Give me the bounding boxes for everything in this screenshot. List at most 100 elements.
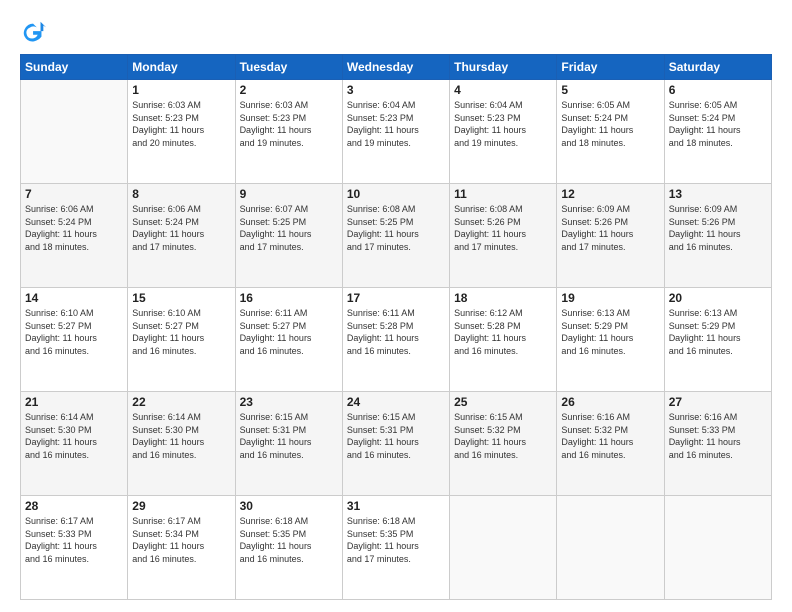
day-number: 29 (132, 499, 230, 513)
calendar-week-1: 1 Sunrise: 6:03 AM Sunset: 5:23 PM Daylig… (21, 80, 772, 184)
logo-icon (20, 18, 48, 46)
calendar-cell (557, 496, 664, 600)
calendar-cell (21, 80, 128, 184)
calendar: SundayMondayTuesdayWednesdayThursdayFrid… (20, 54, 772, 600)
day-header-saturday: Saturday (664, 55, 771, 80)
day-info: Sunrise: 6:10 AM Sunset: 5:27 PM Dayligh… (25, 307, 123, 357)
day-number: 3 (347, 83, 445, 97)
calendar-cell: 19 Sunrise: 6:13 AM Sunset: 5:29 PM Dayli… (557, 288, 664, 392)
day-number: 2 (240, 83, 338, 97)
calendar-cell: 22 Sunrise: 6:14 AM Sunset: 5:30 PM Dayli… (128, 392, 235, 496)
calendar-cell: 5Sunrise: 6:05 AM Sunset: 5:24 PM Daylig… (557, 80, 664, 184)
day-number: 1 (132, 83, 230, 97)
day-number: 19 (561, 291, 659, 305)
day-info: Sunrise: 6:08 AM Sunset: 5:26 PM Dayligh… (454, 203, 552, 253)
day-number: 14 (25, 291, 123, 305)
calendar-cell: 21 Sunrise: 6:14 AM Sunset: 5:30 PM Dayli… (21, 392, 128, 496)
calendar-cell: 30 Sunrise: 6:18 AM Sunset: 5:35 PM Dayli… (235, 496, 342, 600)
day-number: 9 (240, 187, 338, 201)
calendar-cell: 27Sunrise: 6:16 AM Sunset: 5:33 PM Dayli… (664, 392, 771, 496)
day-number: 28 (25, 499, 123, 513)
calendar-cell: 4 Sunrise: 6:04 AM Sunset: 5:23 PM Daylig… (450, 80, 557, 184)
day-number: 10 (347, 187, 445, 201)
day-number: 8 (132, 187, 230, 201)
day-info: Sunrise: 6:07 AM Sunset: 5:25 PM Dayligh… (240, 203, 338, 253)
day-number: 26 (561, 395, 659, 409)
day-info: Sunrise: 6:05 AM Sunset: 5:24 PM Dayligh… (561, 99, 659, 149)
day-info: Sunrise: 6:15 AM Sunset: 5:31 PM Dayligh… (347, 411, 445, 461)
calendar-cell: 6 Sunrise: 6:05 AM Sunset: 5:24 PM Daylig… (664, 80, 771, 184)
day-info: Sunrise: 6:16 AM Sunset: 5:32 PM Dayligh… (561, 411, 659, 461)
day-info: Sunrise: 6:17 AM Sunset: 5:33 PM Dayligh… (25, 515, 123, 565)
calendar-cell: 8 Sunrise: 6:06 AM Sunset: 5:24 PM Daylig… (128, 184, 235, 288)
logo (20, 18, 52, 46)
calendar-week-2: 7 Sunrise: 6:06 AM Sunset: 5:24 PM Daylig… (21, 184, 772, 288)
calendar-cell: 29Sunrise: 6:17 AM Sunset: 5:34 PM Dayli… (128, 496, 235, 600)
day-number: 6 (669, 83, 767, 97)
day-info: Sunrise: 6:08 AM Sunset: 5:25 PM Dayligh… (347, 203, 445, 253)
day-info: Sunrise: 6:03 AM Sunset: 5:23 PM Dayligh… (132, 99, 230, 149)
day-info: Sunrise: 6:18 AM Sunset: 5:35 PM Dayligh… (347, 515, 445, 565)
day-number: 4 (454, 83, 552, 97)
day-number: 23 (240, 395, 338, 409)
day-info: Sunrise: 6:04 AM Sunset: 5:23 PM Dayligh… (347, 99, 445, 149)
calendar-cell: 25Sunrise: 6:15 AM Sunset: 5:32 PM Dayli… (450, 392, 557, 496)
day-header-wednesday: Wednesday (342, 55, 449, 80)
calendar-cell: 3 Sunrise: 6:04 AM Sunset: 5:23 PM Daylig… (342, 80, 449, 184)
calendar-cell: 24 Sunrise: 6:15 AM Sunset: 5:31 PM Dayli… (342, 392, 449, 496)
calendar-cell: 7Sunrise: 6:06 AM Sunset: 5:24 PM Daylig… (21, 184, 128, 288)
calendar-cell: 14 Sunrise: 6:10 AM Sunset: 5:27 PM Dayli… (21, 288, 128, 392)
calendar-cell: 2 Sunrise: 6:03 AM Sunset: 5:23 PM Daylig… (235, 80, 342, 184)
day-info: Sunrise: 6:14 AM Sunset: 5:30 PM Dayligh… (25, 411, 123, 461)
calendar-cell (664, 496, 771, 600)
day-info: Sunrise: 6:09 AM Sunset: 5:26 PM Dayligh… (561, 203, 659, 253)
calendar-cell: 13 Sunrise: 6:09 AM Sunset: 5:26 PM Dayli… (664, 184, 771, 288)
calendar-cell (450, 496, 557, 600)
day-number: 15 (132, 291, 230, 305)
day-info: Sunrise: 6:03 AM Sunset: 5:23 PM Dayligh… (240, 99, 338, 149)
day-number: 21 (25, 395, 123, 409)
day-info: Sunrise: 6:14 AM Sunset: 5:30 PM Dayligh… (132, 411, 230, 461)
calendar-cell: 15 Sunrise: 6:10 AM Sunset: 5:27 PM Dayli… (128, 288, 235, 392)
day-header-friday: Friday (557, 55, 664, 80)
page: SundayMondayTuesdayWednesdayThursdayFrid… (0, 0, 792, 612)
day-header-monday: Monday (128, 55, 235, 80)
calendar-cell: 28 Sunrise: 6:17 AM Sunset: 5:33 PM Dayli… (21, 496, 128, 600)
day-info: Sunrise: 6:05 AM Sunset: 5:24 PM Dayligh… (669, 99, 767, 149)
day-info: Sunrise: 6:09 AM Sunset: 5:26 PM Dayligh… (669, 203, 767, 253)
day-number: 7 (25, 187, 123, 201)
calendar-cell: 31Sunrise: 6:18 AM Sunset: 5:35 PM Dayli… (342, 496, 449, 600)
day-info: Sunrise: 6:06 AM Sunset: 5:24 PM Dayligh… (132, 203, 230, 253)
calendar-cell: 17Sunrise: 6:11 AM Sunset: 5:28 PM Dayli… (342, 288, 449, 392)
day-number: 22 (132, 395, 230, 409)
day-info: Sunrise: 6:13 AM Sunset: 5:29 PM Dayligh… (561, 307, 659, 357)
day-number: 24 (347, 395, 445, 409)
day-number: 12 (561, 187, 659, 201)
calendar-week-4: 21 Sunrise: 6:14 AM Sunset: 5:30 PM Dayli… (21, 392, 772, 496)
day-info: Sunrise: 6:13 AM Sunset: 5:29 PM Dayligh… (669, 307, 767, 357)
day-number: 13 (669, 187, 767, 201)
calendar-cell: 1 Sunrise: 6:03 AM Sunset: 5:23 PM Daylig… (128, 80, 235, 184)
day-number: 18 (454, 291, 552, 305)
day-info: Sunrise: 6:10 AM Sunset: 5:27 PM Dayligh… (132, 307, 230, 357)
day-info: Sunrise: 6:18 AM Sunset: 5:35 PM Dayligh… (240, 515, 338, 565)
calendar-cell: 12 Sunrise: 6:09 AM Sunset: 5:26 PM Dayli… (557, 184, 664, 288)
calendar-cell: 18Sunrise: 6:12 AM Sunset: 5:28 PM Dayli… (450, 288, 557, 392)
day-header-sunday: Sunday (21, 55, 128, 80)
calendar-cell: 16Sunrise: 6:11 AM Sunset: 5:27 PM Dayli… (235, 288, 342, 392)
calendar-cell: 26 Sunrise: 6:16 AM Sunset: 5:32 PM Dayli… (557, 392, 664, 496)
day-header-thursday: Thursday (450, 55, 557, 80)
calendar-header-row: SundayMondayTuesdayWednesdayThursdayFrid… (21, 55, 772, 80)
day-number: 25 (454, 395, 552, 409)
day-number: 17 (347, 291, 445, 305)
day-info: Sunrise: 6:15 AM Sunset: 5:31 PM Dayligh… (240, 411, 338, 461)
calendar-cell: 11Sunrise: 6:08 AM Sunset: 5:26 PM Dayli… (450, 184, 557, 288)
header (20, 18, 772, 46)
calendar-cell: 9 Sunrise: 6:07 AM Sunset: 5:25 PM Daylig… (235, 184, 342, 288)
day-number: 16 (240, 291, 338, 305)
calendar-cell: 23 Sunrise: 6:15 AM Sunset: 5:31 PM Dayli… (235, 392, 342, 496)
day-number: 30 (240, 499, 338, 513)
calendar-week-3: 14 Sunrise: 6:10 AM Sunset: 5:27 PM Dayli… (21, 288, 772, 392)
day-info: Sunrise: 6:04 AM Sunset: 5:23 PM Dayligh… (454, 99, 552, 149)
calendar-week-5: 28 Sunrise: 6:17 AM Sunset: 5:33 PM Dayli… (21, 496, 772, 600)
